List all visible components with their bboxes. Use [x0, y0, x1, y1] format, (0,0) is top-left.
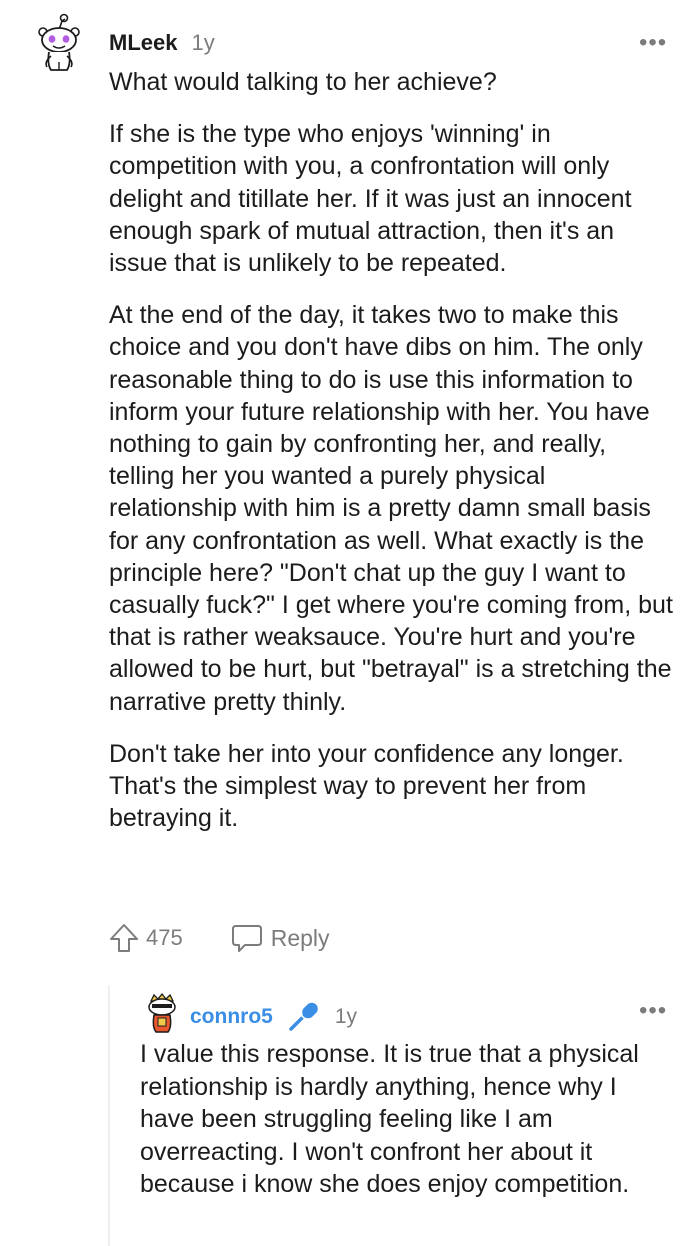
more-options-icon[interactable]: ••• [639, 31, 667, 55]
reply-age: 1y [334, 1005, 358, 1028]
comment-paragraph: At the end of the day, it takes two to m… [109, 301, 673, 716]
reply-avatar[interactable] [145, 992, 179, 1034]
comment-paragraph: Don't take her into your confidence any … [109, 739, 624, 833]
snoo-avatar-icon [148, 992, 176, 1033]
comment-paragraph: What would talking to her achieve? [109, 68, 497, 96]
reply-meta: connro5 1y [190, 1000, 357, 1034]
snoo-avatar-icon [38, 13, 80, 71]
vote-count: 475 [146, 925, 183, 950]
thread-line[interactable] [108, 985, 110, 1246]
more-options-icon[interactable]: ••• [639, 999, 667, 1023]
microphone-icon [287, 1000, 321, 1034]
upvote-arrow-icon[interactable] [108, 922, 140, 954]
comment-age: 1y [191, 30, 215, 55]
reply-username[interactable]: connro5 [190, 1005, 273, 1029]
reply-button[interactable]: Reply [231, 923, 330, 953]
reply-label: Reply [270, 924, 330, 951]
user-avatar[interactable] [34, 12, 84, 74]
reply-body: I value this response. It is true that a… [140, 1040, 639, 1199]
comment-paragraph: If she is the type who enjoys 'winning' … [109, 120, 632, 278]
comment-username[interactable]: MLeek [109, 30, 177, 56]
comment-body: What would talking to her achieve? If sh… [109, 66, 674, 854]
comment-actions: 475 Reply [108, 922, 330, 954]
speech-bubble-icon [231, 923, 263, 953]
comment-meta: MLeek 1y [109, 30, 215, 56]
